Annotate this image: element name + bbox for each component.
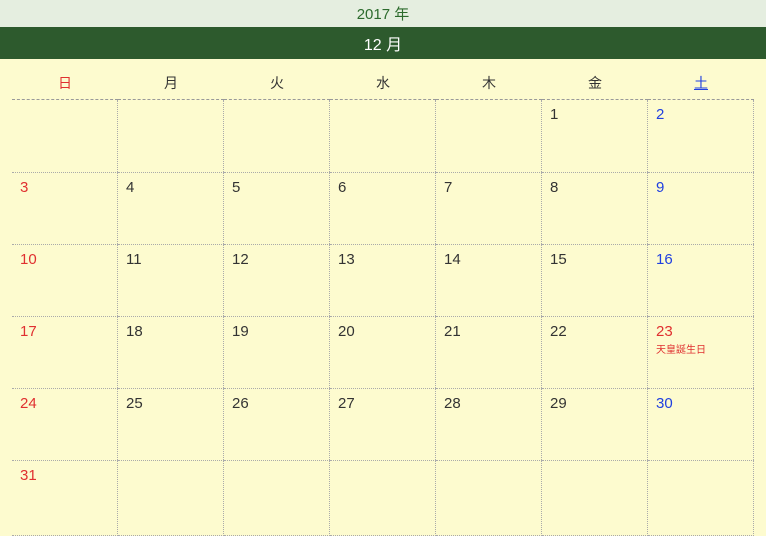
day-cell: 20 bbox=[330, 316, 436, 388]
day-number: 21 bbox=[444, 323, 461, 340]
week-row: 17 18 19 20 21 22 23天皇誕生日 bbox=[0, 316, 766, 388]
day-cell: 27 bbox=[330, 388, 436, 460]
day-number: 3 bbox=[20, 179, 28, 196]
day-header-fri: 金 bbox=[542, 73, 648, 100]
week-row: 31 bbox=[0, 460, 766, 536]
day-cell bbox=[330, 460, 436, 536]
day-cell bbox=[436, 100, 542, 172]
week-row: 12 bbox=[0, 100, 766, 172]
day-number: 16 bbox=[656, 251, 673, 268]
day-number: 4 bbox=[126, 179, 134, 196]
day-number: 8 bbox=[550, 179, 558, 196]
day-cell: 28 bbox=[436, 388, 542, 460]
day-cell: 25 bbox=[118, 388, 224, 460]
day-cell bbox=[224, 460, 330, 536]
day-cell bbox=[12, 100, 118, 172]
day-cell: 14 bbox=[436, 244, 542, 316]
day-cell: 24 bbox=[12, 388, 118, 460]
day-header-wed: 水 bbox=[330, 73, 436, 100]
day-number: 30 bbox=[656, 395, 673, 412]
day-cell: 7 bbox=[436, 172, 542, 244]
day-cell: 9 bbox=[648, 172, 754, 244]
day-cell: 5 bbox=[224, 172, 330, 244]
day-number: 6 bbox=[338, 179, 346, 196]
day-cell bbox=[330, 100, 436, 172]
weeks-grid: 1234567891011121314151617181920212223天皇誕… bbox=[0, 100, 766, 536]
day-header-sat[interactable]: 土 bbox=[648, 73, 754, 100]
holiday-label: 天皇誕生日 bbox=[656, 341, 745, 356]
day-number: 19 bbox=[232, 323, 249, 340]
day-number: 7 bbox=[444, 179, 452, 196]
day-number: 18 bbox=[126, 323, 143, 340]
day-cell bbox=[118, 100, 224, 172]
year-label: 2017 年 bbox=[357, 6, 410, 23]
day-cell: 17 bbox=[12, 316, 118, 388]
day-number: 12 bbox=[232, 251, 249, 268]
day-cell bbox=[224, 100, 330, 172]
day-number: 10 bbox=[20, 251, 37, 268]
day-number: 26 bbox=[232, 395, 249, 412]
day-number: 13 bbox=[338, 251, 355, 268]
day-cell: 15 bbox=[542, 244, 648, 316]
day-cell: 3 bbox=[12, 172, 118, 244]
day-cell: 18 bbox=[118, 316, 224, 388]
day-number: 22 bbox=[550, 323, 567, 340]
day-cell: 10 bbox=[12, 244, 118, 316]
year-bar: 2017 年 bbox=[0, 0, 766, 27]
month-bar: 12 月 bbox=[0, 27, 766, 59]
week-row: 24 25 26 27 28 29 30 bbox=[0, 388, 766, 460]
day-cell: 19 bbox=[224, 316, 330, 388]
day-cell: 11 bbox=[118, 244, 224, 316]
day-number: 1 bbox=[550, 106, 558, 123]
day-number: 29 bbox=[550, 395, 567, 412]
day-number: 11 bbox=[126, 251, 142, 268]
week-row: 10 11 12 13 14 15 16 bbox=[0, 244, 766, 316]
day-header-sun: 日 bbox=[12, 73, 118, 100]
month-label: 12 月 bbox=[364, 37, 402, 54]
day-cell bbox=[118, 460, 224, 536]
day-cell: 6 bbox=[330, 172, 436, 244]
day-cell bbox=[648, 460, 754, 536]
day-number: 28 bbox=[444, 395, 461, 412]
week-row: 3 4 5 6 7 8 9 bbox=[0, 172, 766, 244]
day-number: 24 bbox=[20, 395, 37, 412]
day-cell bbox=[436, 460, 542, 536]
day-cell: 13 bbox=[330, 244, 436, 316]
day-number: 9 bbox=[656, 179, 664, 196]
day-cell: 21 bbox=[436, 316, 542, 388]
calendar: 日 月 火 水 木 金 土 12345678910111213141516171… bbox=[0, 59, 766, 536]
day-header-thu: 木 bbox=[436, 73, 542, 100]
day-number: 23 bbox=[656, 323, 673, 340]
day-cell: 12 bbox=[224, 244, 330, 316]
day-cell: 1 bbox=[542, 100, 648, 172]
day-number: 27 bbox=[338, 395, 355, 412]
day-number: 15 bbox=[550, 251, 567, 268]
day-cell: 23天皇誕生日 bbox=[648, 316, 754, 388]
day-number: 20 bbox=[338, 323, 355, 340]
day-number: 2 bbox=[656, 106, 664, 123]
day-cell: 30 bbox=[648, 388, 754, 460]
day-cell: 31 bbox=[12, 460, 118, 536]
day-header-mon: 月 bbox=[118, 73, 224, 100]
day-number: 25 bbox=[126, 395, 143, 412]
day-cell: 8 bbox=[542, 172, 648, 244]
day-cell: 26 bbox=[224, 388, 330, 460]
day-header-tue: 火 bbox=[224, 73, 330, 100]
day-cell: 29 bbox=[542, 388, 648, 460]
day-cell bbox=[542, 460, 648, 536]
day-number: 5 bbox=[232, 179, 240, 196]
day-number: 17 bbox=[20, 323, 37, 340]
day-headers-row: 日 月 火 水 木 金 土 bbox=[0, 59, 766, 100]
day-number: 14 bbox=[444, 251, 461, 268]
day-cell: 4 bbox=[118, 172, 224, 244]
day-cell: 2 bbox=[648, 100, 754, 172]
day-cell: 22 bbox=[542, 316, 648, 388]
day-cell: 16 bbox=[648, 244, 754, 316]
day-number: 31 bbox=[20, 467, 37, 484]
